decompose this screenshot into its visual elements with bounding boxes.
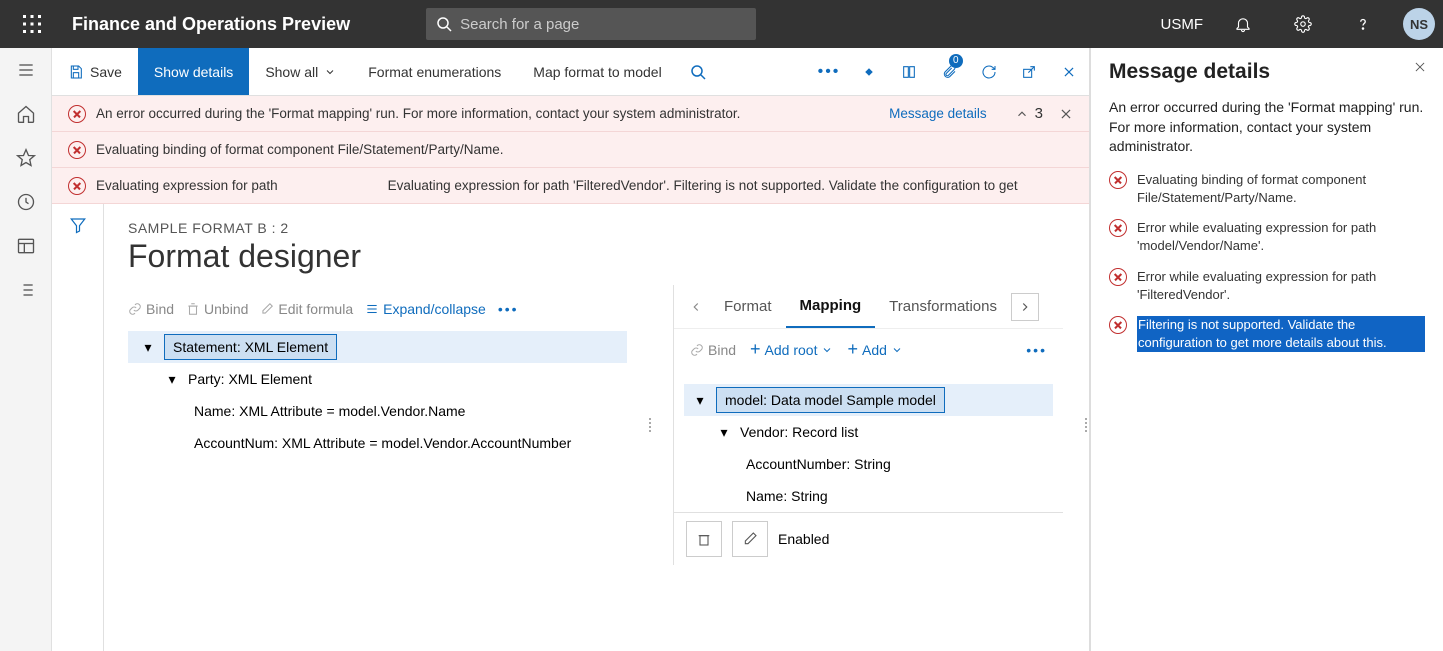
panel-title: Message details — [1109, 60, 1425, 84]
designer-pane: SAMPLE FORMAT B : 2 Format designer Bind… — [104, 204, 1089, 651]
message-bar-1: An error occurred during the 'Format map… — [52, 96, 1089, 132]
delete-button[interactable] — [686, 521, 722, 557]
refresh-icon[interactable] — [969, 48, 1009, 95]
content-area: Save Show details Show all Format enumer… — [52, 48, 1090, 651]
search-box[interactable]: Search for a page — [426, 8, 756, 40]
search-action-icon[interactable] — [678, 48, 718, 95]
message-count: 3 — [1035, 105, 1043, 122]
collapse-icon[interactable] — [1015, 107, 1029, 121]
error-icon — [1109, 171, 1127, 189]
mapping-tree: ▾ model: Data model Sample model ▾ Vendo… — [674, 384, 1063, 512]
menu-icon[interactable] — [16, 60, 36, 80]
tree-row[interactable]: AccountNumber: String — [684, 448, 1053, 480]
badge: 0 — [949, 54, 963, 68]
home-icon[interactable] — [16, 104, 36, 124]
page-body: SAMPLE FORMAT B : 2 Format designer Bind… — [52, 204, 1089, 651]
mapping-toolbar: Bind +Add root +Add ••• — [674, 329, 1063, 370]
help-icon[interactable] — [1343, 0, 1383, 48]
tab-transformations[interactable]: Transformations — [875, 285, 1011, 328]
map-bind-button[interactable]: Bind — [690, 342, 736, 358]
breadcrumb: SAMPLE FORMAT B : 2 — [128, 220, 1089, 236]
tree-row[interactable]: Name: String — [684, 480, 1053, 512]
chevron-down-icon — [821, 344, 833, 356]
map-model-button[interactable]: Map format to model — [517, 48, 677, 95]
edit-formula-button[interactable]: Edit formula — [260, 301, 353, 317]
nav-rail — [0, 48, 52, 651]
workspace-icon[interactable] — [16, 236, 36, 256]
page-title: Format designer — [128, 238, 1089, 275]
tree-row[interactable]: ▾ Vendor: Record list — [684, 416, 1053, 448]
tabs-row: Format Mapping Transformations — [674, 285, 1063, 329]
error-icon — [1109, 219, 1127, 237]
gear-icon[interactable] — [1283, 0, 1323, 48]
panel-row: Evaluating binding of format component F… — [1109, 171, 1425, 207]
bind-button[interactable]: Bind — [128, 301, 174, 317]
avatar[interactable]: NS — [1403, 8, 1435, 40]
actionbar: Save Show details Show all Format enumer… — [52, 48, 1089, 96]
more-format-icon[interactable]: ••• — [498, 301, 519, 317]
panel-row: Error while evaluating expression for pa… — [1109, 268, 1425, 304]
book-icon[interactable] — [889, 48, 929, 95]
splitter[interactable] — [647, 285, 653, 565]
more-icon[interactable]: ••• — [809, 48, 849, 95]
error-icon — [68, 105, 86, 123]
message-details-panel: Message details An error occurred during… — [1090, 48, 1443, 651]
save-button[interactable]: Save — [52, 48, 138, 95]
bell-icon[interactable] — [1223, 0, 1263, 48]
mapping-pane: Format Mapping Transformations Bind +Add… — [673, 285, 1063, 565]
chevron-down-icon — [324, 66, 336, 78]
search-icon — [436, 16, 452, 32]
chevron-down-icon — [891, 344, 903, 356]
diamond-icon[interactable] — [849, 48, 889, 95]
close-panel-icon[interactable] — [1413, 60, 1427, 74]
tab-prev-icon[interactable] — [682, 293, 710, 321]
tree-row[interactable]: ▾ model: Data model Sample model — [684, 384, 1053, 416]
error-icon — [1109, 316, 1127, 334]
map-more-icon[interactable]: ••• — [1026, 342, 1047, 358]
tree-row[interactable]: ▾ Party: XML Element — [128, 363, 627, 395]
tree-row[interactable]: ▾ Statement: XML Element — [128, 331, 627, 363]
tree-row[interactable]: AccountNum: XML Attribute = model.Vendor… — [128, 427, 627, 459]
panel-row-highlight: Filtering is not supported. Validate the… — [1109, 316, 1425, 352]
attach-icon[interactable]: 0 — [929, 48, 969, 95]
waffle-icon[interactable] — [8, 0, 56, 48]
splitter-right[interactable] — [1083, 285, 1089, 565]
error-icon — [68, 141, 86, 159]
close-page-icon[interactable] — [1049, 48, 1089, 95]
error-icon — [1109, 268, 1127, 286]
company-label[interactable]: USMF — [1161, 16, 1204, 33]
tree-row[interactable]: Name: XML Attribute = model.Vendor.Name — [128, 395, 627, 427]
modules-icon[interactable] — [16, 280, 36, 300]
error-icon — [68, 177, 86, 195]
tab-mapping[interactable]: Mapping — [786, 285, 876, 328]
format-enum-button[interactable]: Format enumerations — [352, 48, 517, 95]
show-all-button[interactable]: Show all — [249, 48, 352, 95]
panel-intro: An error occurred during the 'Format map… — [1109, 98, 1425, 157]
message-details-link[interactable]: Message details — [889, 106, 987, 121]
enabled-label: Enabled — [778, 531, 829, 547]
format-tree: ▾ Statement: XML Element ▾ Party: XML El… — [128, 331, 627, 459]
message-bar-3: Evaluating expression for path Evaluatin… — [52, 168, 1089, 204]
topbar: Finance and Operations Preview Search fo… — [0, 0, 1443, 48]
format-toolbar: Bind Unbind Edit formula Expand/collapse… — [128, 301, 627, 317]
expand-collapse-button[interactable]: Expand/collapse — [365, 301, 486, 317]
star-icon[interactable] — [16, 148, 36, 168]
panel-row: Error while evaluating expression for pa… — [1109, 219, 1425, 255]
tab-format[interactable]: Format — [710, 285, 786, 328]
search-placeholder: Search for a page — [460, 16, 579, 33]
unbind-button[interactable]: Unbind — [186, 301, 248, 317]
app-title: Finance and Operations Preview — [56, 14, 366, 35]
edit-button[interactable] — [732, 521, 768, 557]
clock-icon[interactable] — [16, 192, 36, 212]
message-bar-2: Evaluating binding of format component F… — [52, 132, 1089, 168]
close-messages-icon[interactable] — [1059, 107, 1073, 121]
bottom-bar: Enabled — [674, 512, 1063, 565]
filter-icon[interactable] — [69, 216, 87, 234]
show-details-button[interactable]: Show details — [138, 48, 249, 95]
left-gutter — [52, 204, 104, 651]
popout-icon[interactable] — [1009, 48, 1049, 95]
tab-next-icon[interactable] — [1011, 293, 1039, 321]
add-root-button[interactable]: +Add root — [750, 339, 833, 360]
add-button[interactable]: +Add — [847, 339, 902, 360]
